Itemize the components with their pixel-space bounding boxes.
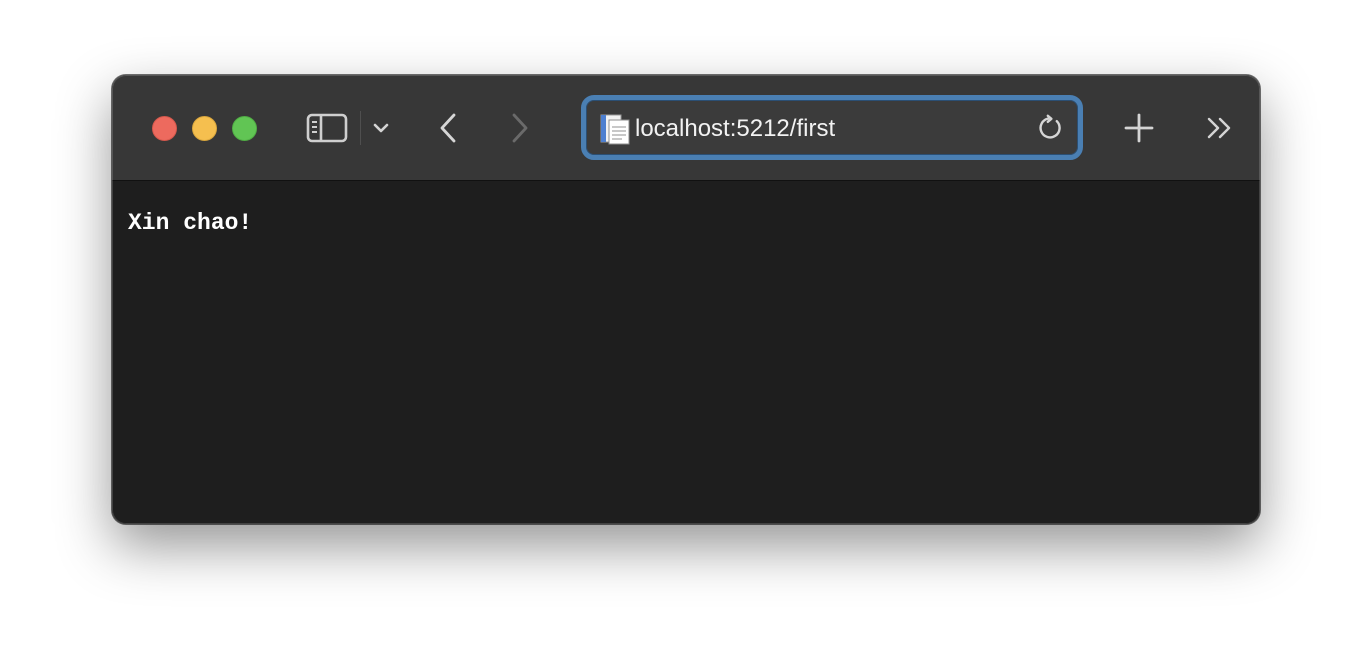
browser-toolbar: localhost:5212/first (112, 75, 1260, 181)
minimize-window-button[interactable] (192, 116, 217, 141)
url-text[interactable]: localhost:5212/first (635, 115, 835, 143)
document-icon (600, 114, 630, 145)
address-bar[interactable]: localhost:5212/first (581, 95, 1083, 160)
double-chevron-right-icon[interactable] (1204, 113, 1236, 143)
plus-icon[interactable] (1122, 111, 1156, 145)
reload-icon[interactable] (1037, 114, 1065, 142)
browser-window: localhost:5212/first Xin chao! (112, 75, 1260, 524)
sidebar-icon[interactable] (306, 112, 348, 144)
chevron-left-icon[interactable] (434, 111, 462, 145)
zoom-window-button[interactable] (232, 116, 257, 141)
page-content: Xin chao! (112, 181, 1260, 524)
page-body-text: Xin chao! (128, 210, 253, 236)
chevron-right-icon[interactable] (506, 111, 534, 145)
toolbar-divider (360, 111, 361, 145)
chevron-down-icon[interactable] (370, 117, 392, 139)
close-window-button[interactable] (152, 116, 177, 141)
